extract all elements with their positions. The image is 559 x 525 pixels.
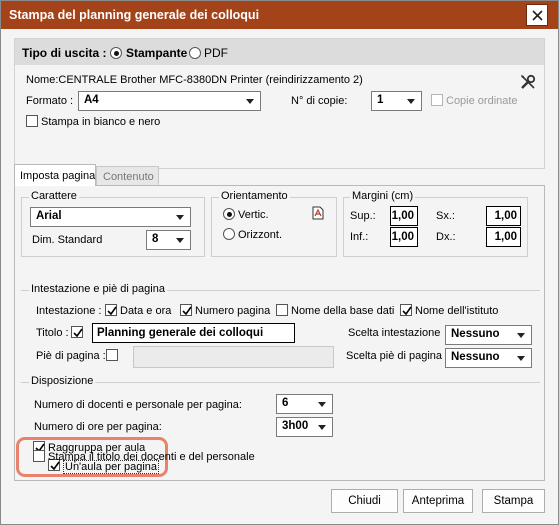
margin-bottom-input[interactable]: 1,00 — [390, 227, 418, 247]
margin-left-input[interactable]: 1,00 — [486, 206, 521, 226]
copies-select[interactable]: 1 — [371, 91, 422, 111]
radio-vertical-label[interactable]: Vertic. — [238, 209, 269, 221]
close-button[interactable]: Chiudi — [331, 489, 398, 513]
page-number-label: Numero pagina — [195, 305, 271, 317]
preview-button[interactable]: Anteprima — [403, 489, 473, 513]
header-choice-select[interactable]: Nessuno — [445, 325, 532, 345]
dialog-body: Tipo di uscita : Stampante PDF Nome:CENT… — [1, 29, 558, 524]
tab-panel: Carattere Arial Dim. Standard 8 Orientam… — [14, 185, 545, 481]
radio-vertical[interactable] — [223, 208, 235, 220]
close-window-button[interactable] — [526, 4, 548, 26]
hours-label: Numero di ore per pagina: — [34, 421, 162, 433]
size-label: Dim. Standard — [32, 234, 103, 246]
collate-label: Copie ordinate — [446, 95, 518, 107]
radio-pdf-label[interactable]: PDF — [204, 46, 228, 60]
output-bar: Tipo di uscita : Stampante PDF — [15, 39, 544, 65]
margin-right-label: Dx.: — [436, 231, 456, 243]
tab-label: Imposta pagina — [20, 170, 96, 182]
hours-select[interactable]: 3h00 — [276, 417, 333, 437]
tab-imposta-pagina[interactable]: Imposta pagina — [14, 164, 96, 186]
date-time-label: Data e ora — [120, 305, 172, 317]
wrench-screwdriver-icon — [521, 74, 536, 89]
footer-choice-select[interactable]: Nessuno — [445, 348, 532, 368]
header-label: Intestazione : — [36, 305, 102, 317]
margin-top-label: Sup.: — [350, 210, 376, 222]
collate-checkbox[interactable] — [431, 94, 443, 106]
title-label: Titolo : — [36, 327, 69, 339]
print-button[interactable]: Stampa — [482, 489, 545, 513]
bw-label: Stampa in bianco e nero — [41, 116, 161, 128]
header-footer-title: Intestazione e piè di pagina — [29, 283, 167, 295]
size-select[interactable]: 8 — [146, 230, 191, 250]
close-icon — [532, 10, 543, 21]
font-group-title: Carattere — [29, 190, 79, 202]
database-name-label: Nome della base dati — [291, 305, 395, 317]
copies-label: N° di copie: — [291, 95, 348, 107]
database-name-checkbox[interactable] — [276, 304, 288, 316]
page-number-checkbox[interactable] — [180, 304, 192, 316]
title-checkbox[interactable] — [71, 326, 83, 338]
per-page-select[interactable]: 6 — [276, 394, 333, 414]
footer-checkbox[interactable] — [106, 349, 118, 361]
radio-horizontal[interactable] — [223, 228, 235, 240]
margin-left-label: Sx.: — [436, 210, 455, 222]
footer-label: Piè di pagina : — [36, 350, 106, 362]
font-select[interactable]: Arial — [30, 207, 191, 227]
tab-label: Contenuto — [103, 171, 154, 183]
output-section: Tipo di uscita : Stampante PDF Nome:CENT… — [14, 38, 545, 169]
orientation-title: Orientamento — [219, 190, 290, 202]
window-title: Stampa del planning generale dei colloqu… — [9, 8, 260, 22]
format-select[interactable]: A4 — [78, 91, 261, 111]
printer-settings-icon[interactable] — [519, 73, 537, 91]
tab-contenuto[interactable]: Contenuto — [96, 166, 159, 186]
header-choice-label: Scelta intestazione — [348, 327, 441, 339]
date-time-checkbox[interactable] — [105, 304, 117, 316]
per-page-label: Numero di docenti e personale per pagina… — [34, 399, 242, 411]
bw-checkbox[interactable] — [26, 115, 38, 127]
radio-horizontal-label[interactable]: Orizzont. — [238, 229, 282, 241]
title-input[interactable]: Planning generale dei colloqui — [92, 323, 295, 343]
margin-right-input[interactable]: 1,00 — [486, 227, 521, 247]
print-title-label: Stampa il titolo dei docenti e del perso… — [48, 451, 255, 463]
institute-name-label: Nome dell'istituto — [415, 305, 499, 317]
title-bar: Stampa del planning generale dei colloqu… — [1, 1, 558, 29]
radio-printer-label[interactable]: Stampante — [126, 46, 187, 60]
print-dialog: Stampa del planning generale dei colloqu… — [0, 0, 559, 525]
radio-pdf[interactable] — [189, 47, 201, 59]
footer-choice-label: Scelta piè di pagina — [346, 350, 443, 362]
margins-title: Margini (cm) — [350, 190, 416, 202]
portrait-page-icon — [312, 206, 324, 220]
margin-bottom-label: Inf.: — [350, 231, 369, 243]
institute-name-checkbox[interactable] — [400, 304, 412, 316]
radio-printer[interactable] — [110, 47, 122, 59]
layout-title: Disposizione — [29, 375, 96, 387]
output-type-label: Tipo di uscita : — [22, 46, 107, 60]
printer-name: Nome:CENTRALE Brother MFC-8380DN Printer… — [26, 74, 363, 86]
footer-input — [133, 346, 334, 368]
format-label: Formato : — [26, 95, 74, 107]
margin-top-input[interactable]: 1,00 — [390, 206, 418, 226]
print-title-checkbox[interactable] — [33, 450, 45, 462]
